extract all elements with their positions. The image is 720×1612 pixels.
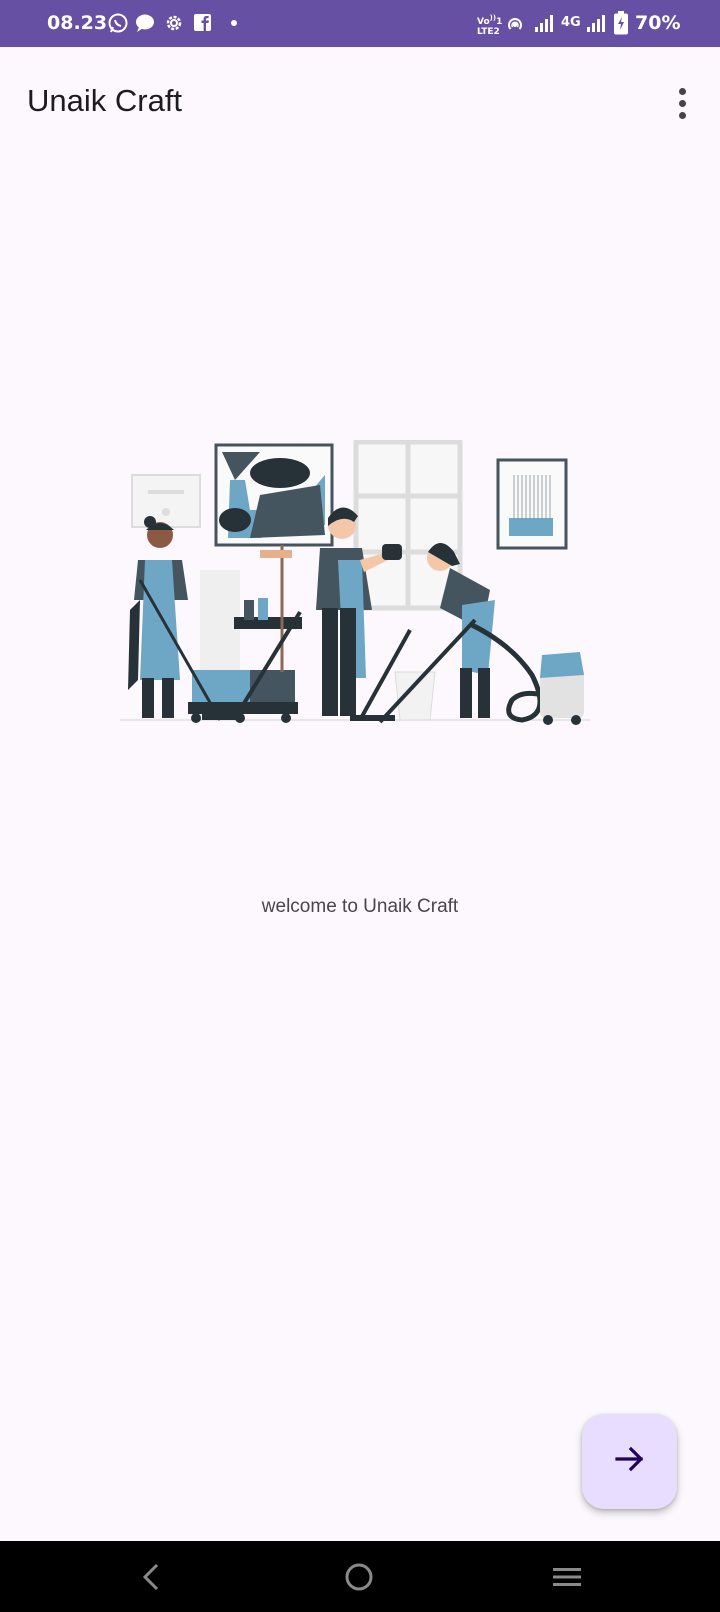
app-title: Unaik Craft bbox=[27, 83, 183, 118]
volte-icon: Vo))1 LTE2 bbox=[477, 14, 503, 37]
system-nav-bar bbox=[0, 1541, 720, 1612]
facebook-icon bbox=[193, 11, 213, 35]
recents-icon[interactable] bbox=[547, 1557, 587, 1597]
back-icon[interactable] bbox=[131, 1557, 171, 1597]
cleaning-team-illustration bbox=[110, 439, 610, 760]
app-bar: Unaik Craft bbox=[0, 47, 720, 157]
settings-icon bbox=[163, 11, 185, 35]
battery-level: 70% bbox=[635, 12, 681, 34]
next-fab-button[interactable] bbox=[582, 1414, 677, 1509]
battery-icon bbox=[614, 11, 628, 35]
status-bar: 08.23 Vo))1 LTE2 4G 70% bbox=[0, 0, 720, 47]
more-vert-icon[interactable] bbox=[662, 81, 702, 125]
home-icon[interactable] bbox=[339, 1557, 379, 1597]
hotspot-icon bbox=[505, 11, 525, 35]
arrow-forward-icon bbox=[613, 1442, 647, 1481]
dot-icon bbox=[230, 11, 238, 35]
welcome-text: welcome to Unaik Craft bbox=[261, 896, 459, 917]
signal-icon bbox=[533, 11, 555, 35]
message-icon bbox=[134, 11, 156, 35]
whatsapp-icon bbox=[107, 11, 129, 35]
network-type: 4G bbox=[561, 15, 581, 30]
status-time: 08.23 bbox=[47, 12, 108, 34]
signal-icon bbox=[585, 11, 607, 35]
